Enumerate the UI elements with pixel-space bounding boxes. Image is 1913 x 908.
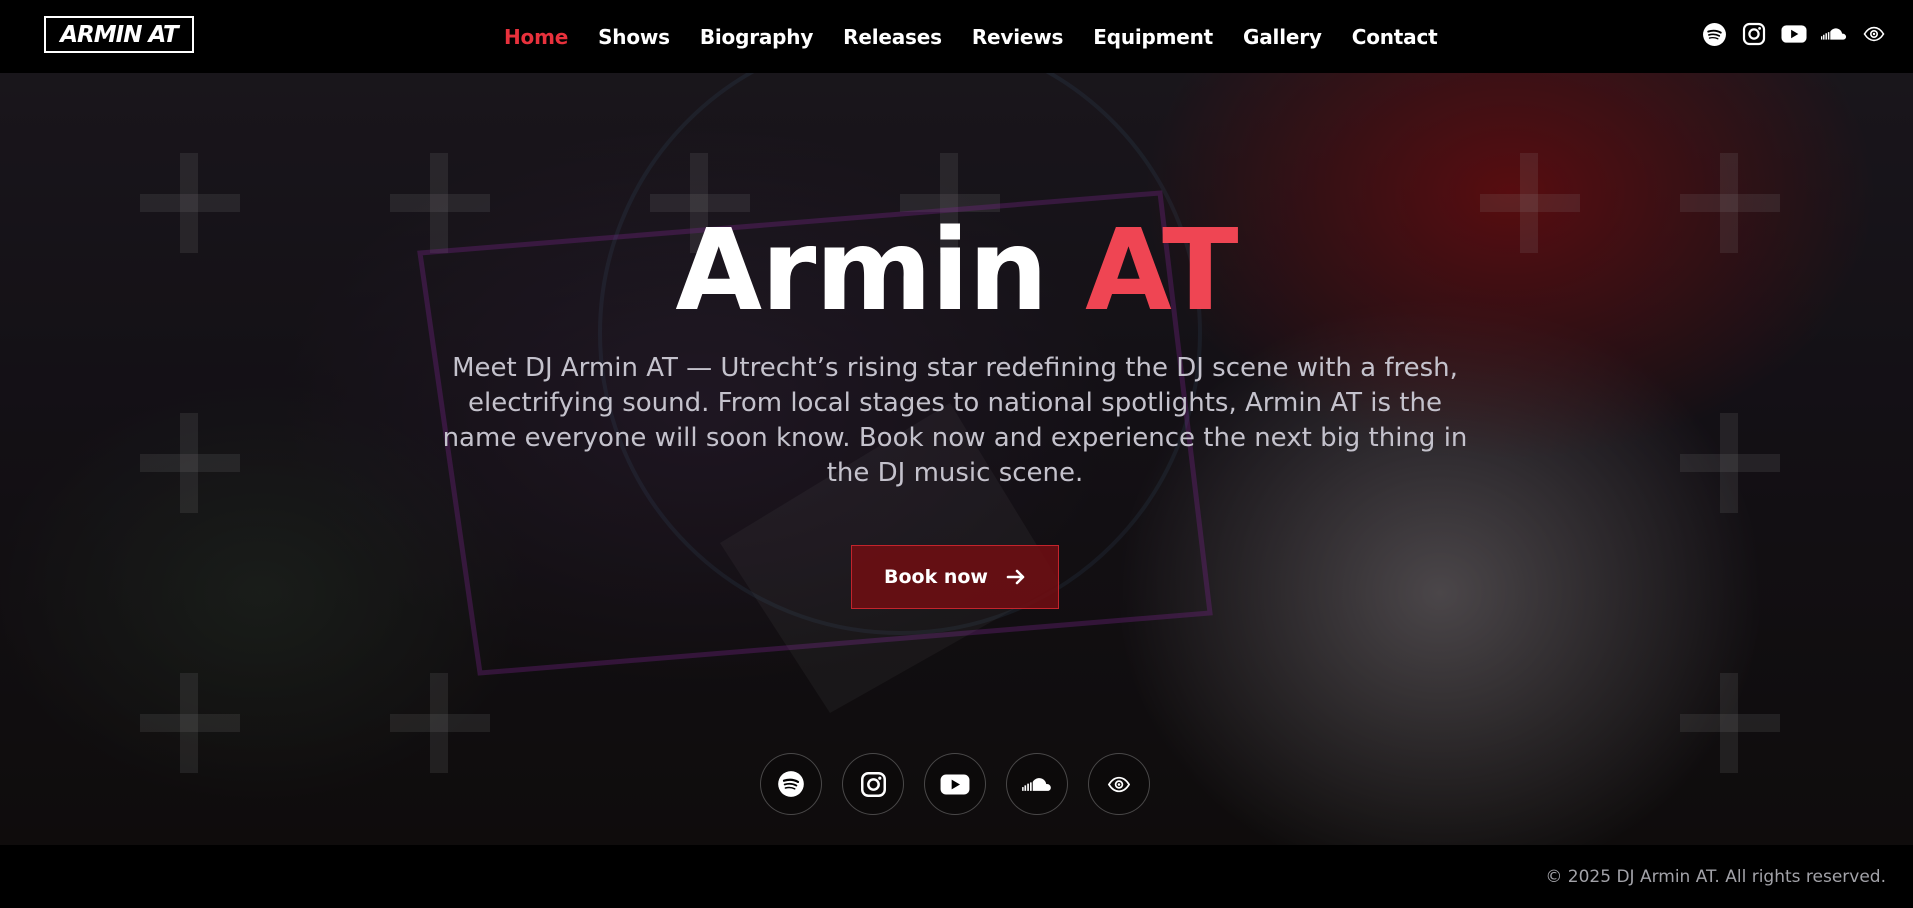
soundcloud-icon	[1022, 777, 1051, 791]
hero-instagram-button[interactable]	[842, 753, 904, 815]
copyright-text: © 2025 DJ Armin AT. All rights reserved.	[1545, 867, 1886, 887]
hero-title-main: Armin	[675, 206, 1048, 336]
hero-youtube-button[interactable]	[924, 753, 986, 815]
instagram-icon	[860, 771, 886, 797]
hero-content: Armin AT Meet DJ Armin AT — Utrecht’s ri…	[0, 73, 1913, 845]
spotify-icon[interactable]	[1701, 21, 1727, 47]
eye-icon	[1107, 776, 1131, 792]
arrow-right-icon	[1006, 569, 1025, 585]
top-navbar: ARMIN AT Home Shows Biography Releases R…	[0, 0, 1913, 73]
nav-item-releases[interactable]: Releases	[843, 25, 942, 49]
nav-item-contact[interactable]: Contact	[1352, 25, 1438, 49]
nav-item-gallery[interactable]: Gallery	[1243, 25, 1322, 49]
nav-item-reviews[interactable]: Reviews	[972, 25, 1064, 49]
main-menu: Home Shows Biography Releases Reviews Eq…	[504, 0, 1467, 73]
nav-item-equipment[interactable]: Equipment	[1093, 25, 1213, 49]
nav-item-shows[interactable]: Shows	[598, 25, 670, 49]
nav-item-biography[interactable]: Biography	[700, 25, 814, 49]
nav-social-links	[1701, 21, 1887, 47]
footer: © 2025 DJ Armin AT. All rights reserved.	[0, 845, 1913, 908]
hero-description: Meet DJ Armin AT — Utrecht’s rising star…	[442, 353, 1468, 488]
hero-title: Armin AT	[0, 215, 1913, 327]
hero-title-accent: AT	[1085, 206, 1238, 336]
hero-eye-button[interactable]	[1088, 753, 1150, 815]
logo[interactable]: ARMIN AT	[44, 16, 194, 53]
hero-section: Armin AT Meet DJ Armin AT — Utrecht’s ri…	[0, 73, 1913, 845]
soundcloud-icon[interactable]	[1821, 21, 1847, 47]
book-now-button[interactable]: Book now	[851, 545, 1059, 609]
instagram-icon[interactable]	[1741, 21, 1767, 47]
spotify-icon	[778, 771, 804, 797]
youtube-icon[interactable]	[1781, 21, 1807, 47]
eye-icon[interactable]	[1861, 21, 1887, 47]
nav-item-home[interactable]: Home	[504, 25, 568, 49]
hero-social-links	[760, 753, 1150, 815]
youtube-icon	[940, 774, 970, 794]
hero-spotify-button[interactable]	[760, 753, 822, 815]
hero-soundcloud-button[interactable]	[1006, 753, 1068, 815]
book-now-label: Book now	[884, 566, 988, 588]
